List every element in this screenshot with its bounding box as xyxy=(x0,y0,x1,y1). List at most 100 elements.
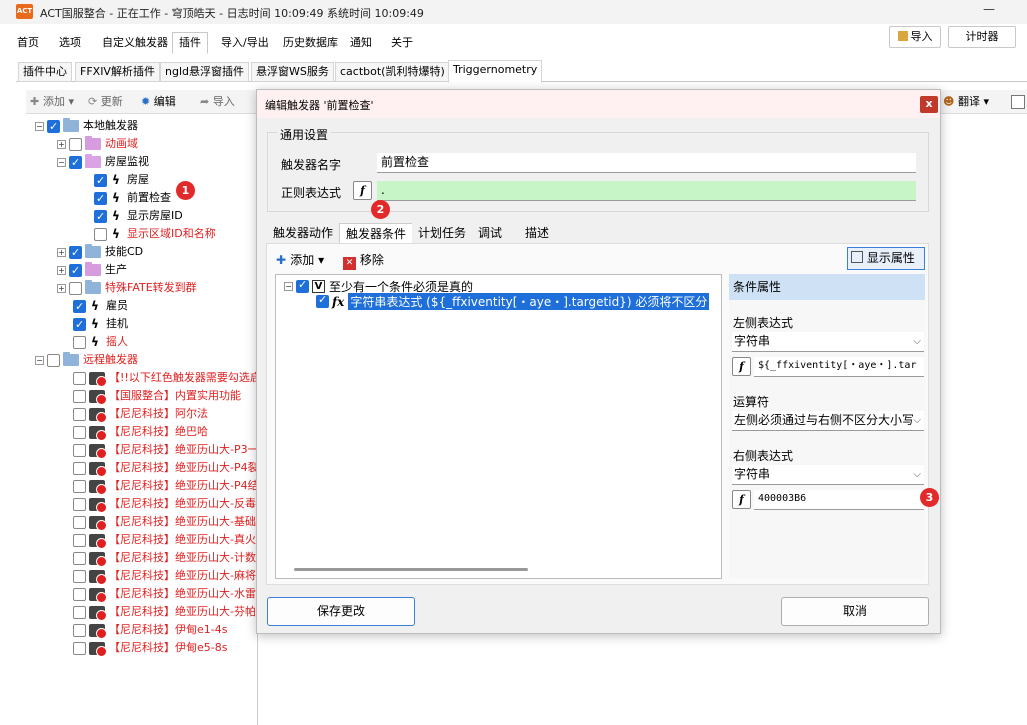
tree-remote-item[interactable]: 【尼尼科技】阿尔法 xyxy=(73,405,208,423)
tree-remote-item[interactable]: 【尼尼科技】绝亚历山大-P4结 xyxy=(73,477,257,495)
checkbox[interactable] xyxy=(73,515,86,529)
tree-node-fate[interactable]: + 特殊FATE转发到群 xyxy=(57,279,197,297)
left-type-select[interactable]: 字符串 ⌵ xyxy=(732,332,924,352)
cancel-button[interactable]: 取消 xyxy=(781,597,929,626)
expand-icon[interactable]: + xyxy=(57,283,66,293)
regex-input[interactable]: . xyxy=(377,181,916,201)
checkbox[interactable] xyxy=(73,298,86,316)
tree-node-skills[interactable]: +技能CD xyxy=(57,243,143,262)
fx-icon[interactable]: f xyxy=(353,181,372,200)
right-type-select[interactable]: 字符串 ⌵ xyxy=(732,465,924,485)
trigger-name-input[interactable]: 前置检查 xyxy=(377,153,916,173)
add-button[interactable]: ✚ 添加 ▾ xyxy=(30,93,74,111)
checkbox[interactable] xyxy=(296,278,309,293)
translate-button[interactable]: ☻ 翻译 ▾ xyxy=(943,93,989,111)
tree-remote-item[interactable]: 【尼尼科技】绝巴哈 xyxy=(73,423,208,441)
collapse-icon[interactable]: − xyxy=(35,121,44,131)
edit-button[interactable]: ✹ 编辑 xyxy=(141,93,176,111)
tab-ngld-overlay[interactable]: ngld悬浮窗插件 xyxy=(160,62,249,82)
right-expr-input[interactable]: 400003B6 xyxy=(754,490,924,510)
tab-debug[interactable]: 调试 xyxy=(472,223,509,244)
save-button[interactable]: 保存更改 xyxy=(267,597,415,626)
tree-remote-item[interactable]: 【尼尼科技】绝亚历山大-P4裂 xyxy=(73,459,257,477)
menu-history-db[interactable]: 历史数据库 xyxy=(276,32,345,54)
tree-remote-item[interactable]: 【尼尼科技】绝亚历山大-基础 xyxy=(73,513,256,531)
checkbox[interactable] xyxy=(69,281,82,295)
checkbox[interactable] xyxy=(94,208,107,226)
fx-icon[interactable]: f xyxy=(732,490,751,509)
checkbox[interactable] xyxy=(47,118,60,136)
menu-about[interactable]: 关于 xyxy=(384,32,420,54)
tab-trigger-conditions[interactable]: 触发器条件 xyxy=(339,223,414,244)
tab-trigger-actions[interactable]: 触发器动作 xyxy=(267,223,340,244)
tab-scheduled-tasks[interactable]: 计划任务 xyxy=(412,223,473,244)
tree-trigger-zone-id[interactable]: ϟ 显示区域ID和名称 xyxy=(94,225,216,243)
checkbox[interactable] xyxy=(69,137,82,151)
checkbox[interactable] xyxy=(47,353,60,367)
menu-custom-triggers[interactable]: 自定义触发器 xyxy=(95,32,175,54)
checkbox[interactable] xyxy=(73,461,86,475)
close-button[interactable]: x xyxy=(920,96,938,113)
checkbox[interactable] xyxy=(73,371,86,385)
checkbox[interactable] xyxy=(73,533,86,547)
tree-node-production[interactable]: +生产 xyxy=(57,261,127,280)
checkbox[interactable] xyxy=(69,154,82,172)
cond-add-button[interactable]: ✚ 添加 ▾ xyxy=(276,251,324,268)
tree-node-remote[interactable]: − 远程触发器 xyxy=(35,351,138,369)
tree-trigger-house[interactable]: ϟ房屋 xyxy=(94,171,149,190)
checkbox[interactable] xyxy=(73,479,86,493)
tab-cactbot[interactable]: cactbot(凯利特爆特) xyxy=(335,62,450,82)
checkbox[interactable] xyxy=(73,587,86,601)
tree-remote-item[interactable]: 【尼尼科技】绝亚历山大-麻将 xyxy=(73,567,256,585)
checkbox[interactable] xyxy=(73,425,86,439)
expand-icon[interactable]: + xyxy=(57,265,66,275)
tab-plugin-center[interactable]: 插件中心 xyxy=(18,62,72,82)
collapse-icon[interactable]: − xyxy=(35,355,44,365)
tree-remote-item[interactable]: 【尼尼科技】绝亚历山大-真火 xyxy=(73,531,256,549)
checkbox[interactable] xyxy=(94,227,107,241)
checkbox[interactable] xyxy=(69,262,82,280)
checkbox[interactable] xyxy=(73,551,86,565)
update-button[interactable]: ⟳ 更新 xyxy=(88,93,123,111)
tree-remote-item[interactable]: 【尼尼科技】绝亚历山大-P3一 xyxy=(73,441,257,459)
cond-remove-button[interactable]: ✕ 移除 xyxy=(343,251,384,270)
checkbox[interactable] xyxy=(69,244,82,262)
expand-icon[interactable]: + xyxy=(57,247,66,257)
checkbox[interactable] xyxy=(73,641,86,655)
tree-trigger-shake[interactable]: ϟ 摇人 xyxy=(73,333,128,351)
checkbox[interactable] xyxy=(73,605,86,619)
checkbox[interactable] xyxy=(73,389,86,403)
checkbox[interactable] xyxy=(73,443,86,457)
checkbox[interactable] xyxy=(73,335,86,349)
condition-child[interactable]: fx字符串表达式 (${_ffxiventity[・aye・].targetid… xyxy=(316,293,710,310)
search-icon[interactable] xyxy=(1011,95,1025,109)
checkbox[interactable] xyxy=(94,172,107,190)
tree-trigger-precheck[interactable]: ϟ前置检查 xyxy=(94,189,171,208)
fx-icon[interactable]: f xyxy=(732,357,751,376)
tab-description[interactable]: 描述 xyxy=(519,223,556,244)
tree-remote-item[interactable]: 【!!以下红色触发器需要勾选启 xyxy=(73,369,257,387)
tree-remote-item[interactable]: 【尼尼科技】绝亚历山大-水雷 xyxy=(73,585,256,603)
tab-ffxiv-parser[interactable]: FFXIV解析插件 xyxy=(75,62,160,82)
menu-plugins[interactable]: 插件 xyxy=(172,32,208,54)
checkbox[interactable] xyxy=(316,293,329,308)
tree-trigger-afk[interactable]: ϟ挂机 xyxy=(73,315,128,334)
menu-options[interactable]: 选项 xyxy=(52,32,88,54)
tree-remote-item[interactable]: 【尼尼科技】绝亚历山大-反毒 xyxy=(73,495,256,513)
tree-remote-item[interactable]: 【尼尼科技】绝亚历山大-芬帕 xyxy=(73,603,256,621)
menu-notify[interactable]: 通知 xyxy=(343,32,379,54)
minimize-button[interactable]: — xyxy=(975,2,1003,22)
collapse-icon[interactable]: − xyxy=(284,282,293,291)
checkbox[interactable] xyxy=(73,407,86,421)
checkbox[interactable] xyxy=(73,623,86,637)
collapse-icon[interactable]: − xyxy=(57,157,66,167)
tree-remote-item[interactable]: 【国服整合】内置实用功能 xyxy=(73,387,241,405)
toolbar-import-button[interactable]: ➦ 导入 xyxy=(200,93,235,111)
tree-remote-item[interactable]: 【尼尼科技】伊甸e5-8s xyxy=(73,639,227,657)
tree-node-house[interactable]: −房屋监视 xyxy=(57,153,149,172)
expand-icon[interactable]: + xyxy=(57,139,66,149)
tab-ws-service[interactable]: 悬浮窗WS服务 xyxy=(251,62,334,82)
operator-select[interactable]: 左侧必须通过与右侧不区分大小写 ⌵ xyxy=(732,411,924,431)
tab-triggernometry[interactable]: Triggernometry xyxy=(448,60,543,83)
menu-import-export[interactable]: 导入/导出 xyxy=(214,32,276,54)
